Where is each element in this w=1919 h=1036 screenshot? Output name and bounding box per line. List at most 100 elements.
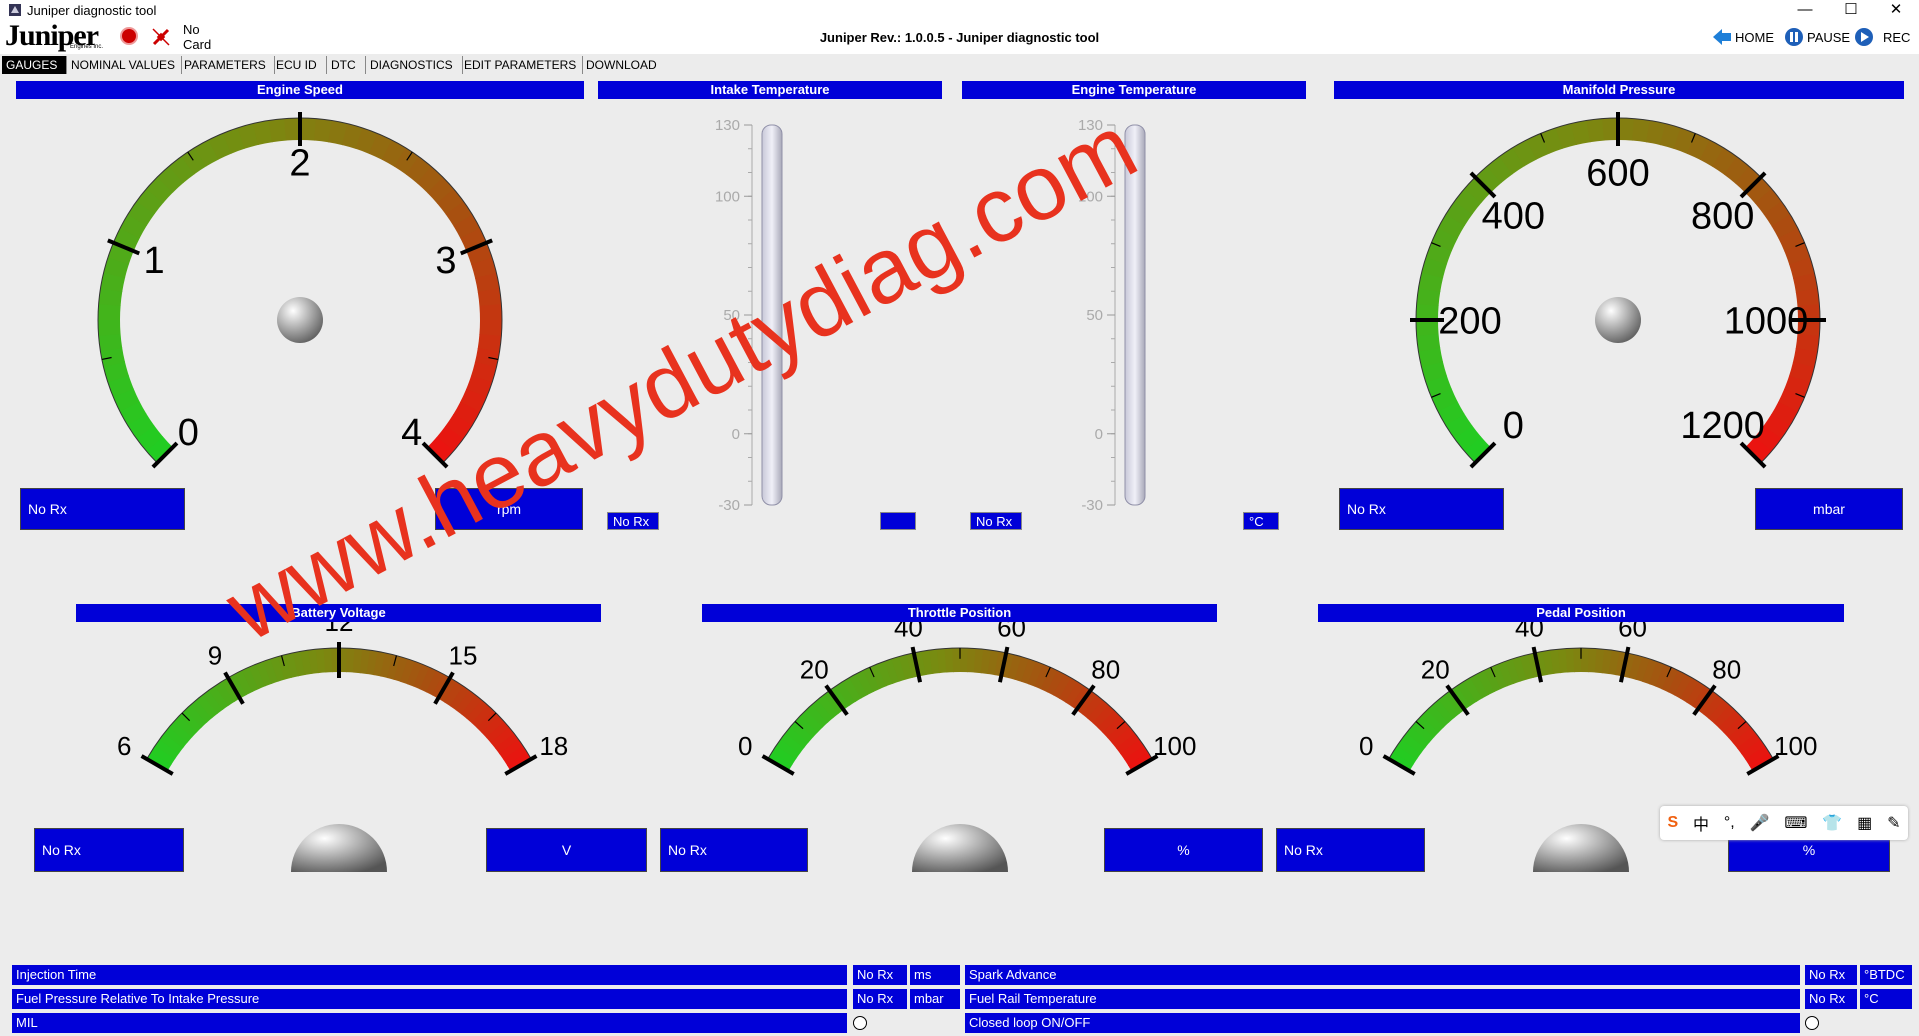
engine-temp-tick-label: 50 <box>1086 307 1103 324</box>
fuel-rail-temp-label: Fuel Rail Temperature <box>965 989 1800 1009</box>
tab-dtc[interactable]: DTC <box>327 56 366 74</box>
skin-icon[interactable]: 👕 <box>1822 813 1842 833</box>
close-button[interactable]: ✕ <box>1873 0 1919 22</box>
home-label: HOME <box>1735 29 1774 45</box>
engine-speed-tick-label: 2 <box>289 142 310 184</box>
mil-indicator <box>853 1016 867 1030</box>
pedal-position-value: No Rx <box>1276 828 1425 872</box>
engine-speed-title: Engine Speed <box>16 81 584 99</box>
throttle-position-value: No Rx <box>660 828 808 872</box>
grid-menu-icon[interactable]: ▦ <box>1857 813 1872 833</box>
engine-speed-needle-hub <box>277 297 323 343</box>
engine-speed-tick-label: 3 <box>435 240 456 282</box>
pen-icon[interactable]: ✎ <box>1887 813 1900 833</box>
battery-voltage-tick-label: 15 <box>449 640 478 670</box>
spark-advance-unit: °BTDC <box>1860 965 1912 985</box>
throttle-position-needle-hub <box>912 824 1008 872</box>
intake-temp-tick-label: 0 <box>732 426 740 443</box>
throttle-position-tick-label: 80 <box>1091 654 1120 684</box>
manifold-pressure-tick-label: 800 <box>1691 196 1754 238</box>
battery-voltage-tick-label: 18 <box>539 731 568 761</box>
battery-voltage-needle-hub <box>291 824 387 872</box>
throttle-position-tick-label: 20 <box>800 654 829 684</box>
engine-temp-value: No Rx <box>970 512 1022 530</box>
arrow-left-icon <box>1713 29 1731 45</box>
engine-temp-title: Engine Temperature <box>962 81 1306 99</box>
engine-speed-value: No Rx <box>20 488 185 530</box>
keyboard-icon[interactable]: ⌨ <box>1784 813 1807 833</box>
ime-logo-icon[interactable]: S <box>1667 814 1678 832</box>
pedal-position-tick-label: 100 <box>1774 731 1817 761</box>
intake-temp-tick-label: 100 <box>715 188 740 205</box>
fuel-pressure-unit: mbar <box>910 989 960 1009</box>
manifold-pressure-arc <box>1463 436 1491 463</box>
tab-edit-parameters[interactable]: EDIT PARAMETERS <box>460 56 583 74</box>
fuel-rail-temp-unit: °C <box>1860 989 1912 1009</box>
manifold-pressure-tick-label: 1000 <box>1724 300 1809 342</box>
minimize-button[interactable]: — <box>1782 0 1828 22</box>
pause-icon <box>1785 28 1803 46</box>
tab-gauges[interactable]: GAUGES <box>2 56 67 74</box>
rec-button[interactable]: REC <box>1854 27 1910 47</box>
fuel-pressure-value: No Rx <box>853 989 907 1009</box>
page-title: Juniper Rev.: 1.0.0.5 - Juniper diagnost… <box>819 30 1100 45</box>
engine-speed-tick-label: 0 <box>178 412 199 454</box>
pedal-position-needle-hub <box>1533 824 1629 872</box>
app-icon <box>9 4 21 16</box>
intake-temp-value: No Rx <box>607 512 659 530</box>
manifold-pressure-tick-label: 1200 <box>1680 405 1765 447</box>
ime-toolbar[interactable]: S 中 °, 🎤 ⌨ 👕 ▦ ✎ <box>1660 806 1908 840</box>
play-icon <box>1855 28 1873 46</box>
intake-temp-aux-box <box>880 512 916 530</box>
battery-voltage-tick-label: 9 <box>208 640 222 670</box>
pause-label: PAUSE <box>1807 29 1851 45</box>
microphone-icon[interactable]: 🎤 <box>1750 813 1770 833</box>
manifold-pressure-needle-hub <box>1595 297 1641 343</box>
injection-time-unit: ms <box>910 965 960 985</box>
tab-download[interactable]: DOWNLOAD <box>582 56 666 74</box>
engine-temp-unit: °C <box>1243 512 1279 530</box>
maximize-button[interactable]: ☐ <box>1828 0 1874 22</box>
fuel-rail-temp-value: No Rx <box>1805 989 1857 1009</box>
engine-speed-unit: rpm <box>435 488 583 530</box>
intake-temp-tick-label: 130 <box>715 117 740 134</box>
intake-temp-tick-label: -30 <box>718 497 740 514</box>
pedal-position-tick-label: 20 <box>1421 654 1450 684</box>
throttle-position-unit: % <box>1104 828 1263 872</box>
spark-advance-value: No Rx <box>1805 965 1857 985</box>
watermark-text: www.heavydutydiag.com <box>210 95 1153 661</box>
window-title: Juniper diagnostic tool <box>27 3 157 18</box>
tab-nominal-values[interactable]: NOMINAL VALUES <box>67 56 182 74</box>
engine-speed-gauge: 01234 02004006008001000120069121518 02040 6… <box>97 112 1826 872</box>
spark-advance-label: Spark Advance <box>965 965 1800 985</box>
tab-diagnostics[interactable]: DIAGNOSTICS <box>366 56 463 74</box>
closed-loop-indicator <box>1805 1016 1819 1030</box>
home-button[interactable]: HOME <box>1712 27 1774 47</box>
pedal-position-arc <box>1388 751 1414 771</box>
pause-button[interactable]: PAUSE <box>1784 27 1850 47</box>
engine-temp-tube <box>1124 124 1146 506</box>
intake-temp-tick-label: 50 <box>723 307 740 324</box>
manifold-pressure-unit: mbar <box>1755 488 1903 530</box>
engine-speed-arc <box>145 436 173 463</box>
throttle-position-tick-label: 0 <box>738 731 752 761</box>
tab-ecu-id[interactable]: ECU ID <box>272 56 327 74</box>
pedal-position-tick-label: 80 <box>1712 654 1741 684</box>
tab-parameters[interactable]: PARAMETERS <box>180 56 275 74</box>
ime-punctuation-toggle[interactable]: °, <box>1724 814 1735 832</box>
engine-temp-tick-label: 0 <box>1095 426 1103 443</box>
fuel-pressure-label: Fuel Pressure Relative To Intake Pressur… <box>12 989 847 1009</box>
rec-label: REC <box>1883 29 1911 45</box>
mil-label: MIL <box>12 1013 847 1033</box>
manifold-pressure-title: Manifold Pressure <box>1334 81 1904 99</box>
injection-time-value: No Rx <box>853 965 907 985</box>
ime-chinese-toggle[interactable]: 中 <box>1693 811 1709 835</box>
closed-loop-label: Closed loop ON/OFF <box>965 1013 1800 1033</box>
window-titlebar: Juniper diagnostic tool — ☐ ✕ <box>0 0 1919 22</box>
manifold-pressure-tick-label: 600 <box>1586 152 1649 194</box>
manifold-pressure-tick-label: 0 <box>1503 405 1524 447</box>
manifold-pressure-tick-label: 200 <box>1438 300 1501 342</box>
engine-temp-tick-label: -30 <box>1081 497 1103 514</box>
pedal-position-tick-label: 0 <box>1359 731 1373 761</box>
engine-temp-tick-label: 100 <box>1078 188 1103 205</box>
